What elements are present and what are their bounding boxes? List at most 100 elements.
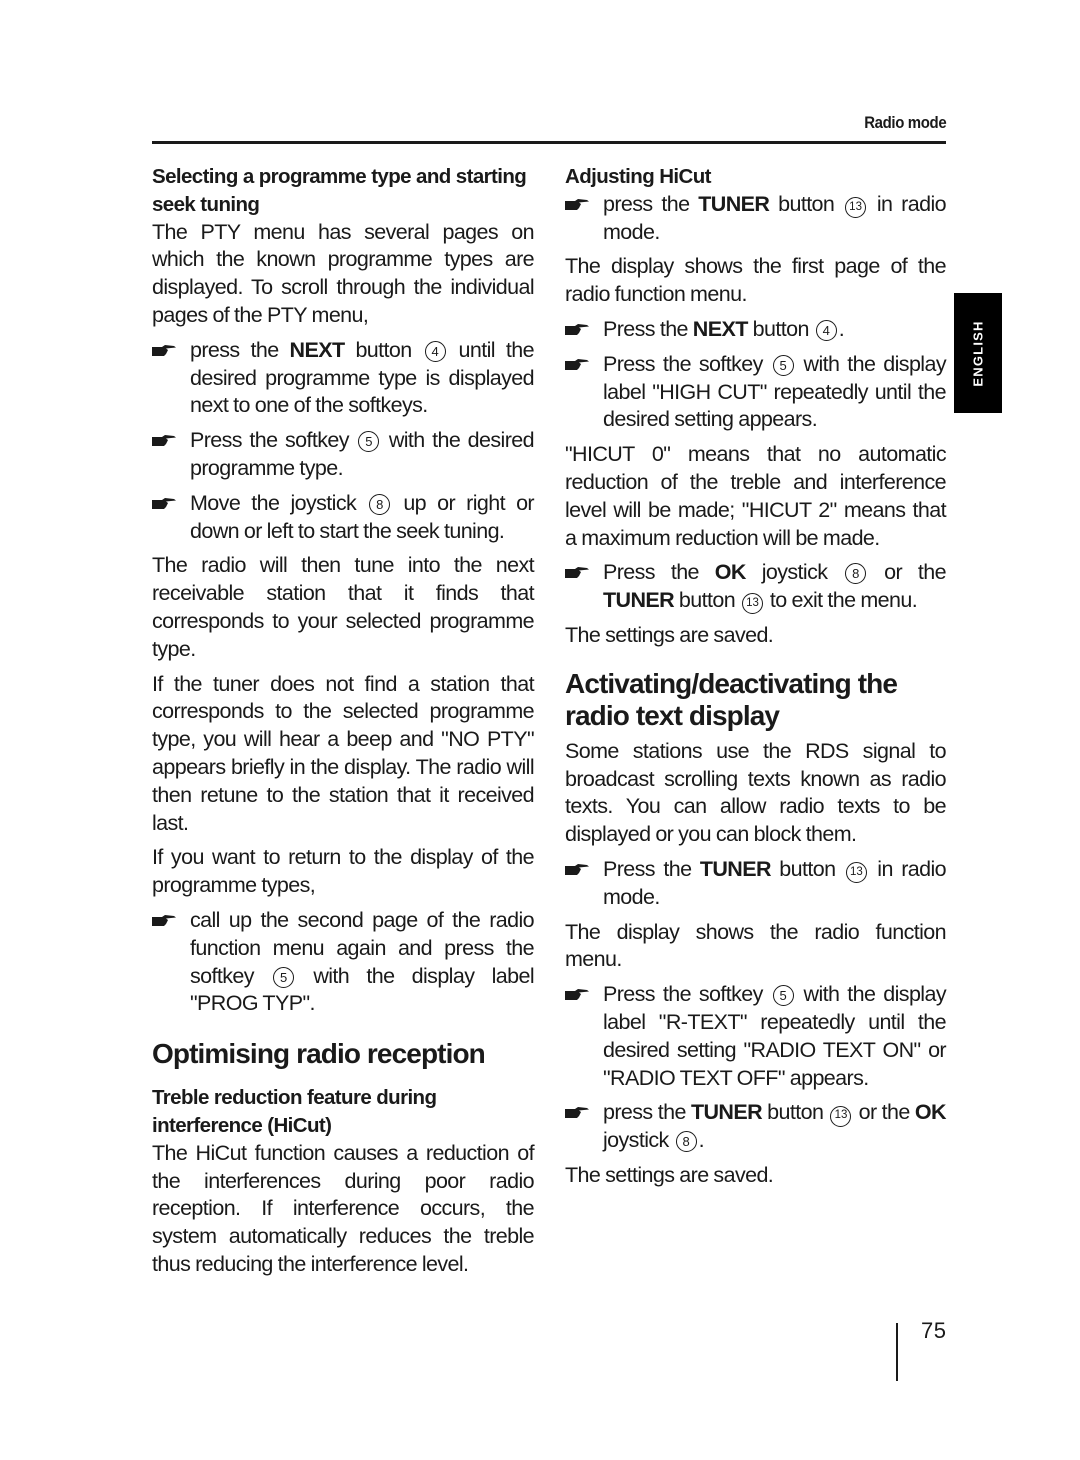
paragraph: The radio will then tune into the next r… — [152, 552, 535, 663]
page-number-rule — [896, 1323, 898, 1381]
running-header-label: Radio mode — [863, 113, 946, 132]
text-run: button — [344, 337, 423, 362]
text-run: The settings are saved. — [565, 622, 774, 647]
heading-treble-reduction: Treble reduction feature during interfer… — [152, 1086, 437, 1137]
text-run: joystick — [603, 1128, 674, 1153]
instruction-text: Press the TUNER button 13 in radio mode. — [603, 856, 947, 912]
text-run: button — [769, 191, 844, 216]
language-tab-label: ENGLISH — [970, 319, 986, 387]
paragraph: The settings are saved. — [565, 1162, 946, 1190]
text-run: Press the — [603, 316, 693, 341]
text-run: press the — [603, 1100, 691, 1125]
text-run: press the — [190, 337, 290, 362]
pointing-hand-icon — [565, 191, 603, 247]
text-run: The radio will then tune into the next r… — [152, 553, 535, 661]
text-run: button — [762, 1100, 829, 1125]
heading-optimising-radio-reception: Optimising radio reception — [152, 1038, 486, 1070]
pointing-hand-icon — [565, 316, 603, 344]
instruction-step: Press the NEXT button 4. — [565, 316, 946, 344]
circled-number-icon: 13 — [742, 593, 763, 615]
heading-selecting-programme-type: Selecting a programme type and starting … — [152, 165, 527, 216]
circled-number-icon: 8 — [845, 563, 867, 585]
instruction-step: press the NEXT button 4 until the desire… — [152, 337, 535, 420]
text-run: "HICUT 0" means that no automatic reduct… — [565, 442, 947, 550]
circled-number-icon: 5 — [273, 966, 295, 988]
circled-number-icon: 5 — [358, 431, 380, 453]
text-run: . — [838, 316, 845, 341]
bold-term: NEXT — [289, 337, 346, 362]
text-run: button — [770, 856, 844, 881]
text-run: or the — [853, 1100, 915, 1125]
text-run: If the tuner does not find a station tha… — [152, 671, 535, 835]
text-run: Press the softkey — [603, 351, 771, 376]
text-run: Press the softkey — [603, 982, 771, 1007]
text-run: Move the joystick — [190, 490, 368, 515]
instruction-step: Press the softkey 5 with the desired pro… — [152, 427, 535, 483]
instruction-step: Move the joystick 8 up or right or down … — [152, 490, 535, 546]
circled-number-icon: 13 — [845, 197, 867, 219]
paragraph: "HICUT 0" means that no automatic reduct… — [565, 441, 947, 552]
text-run: The settings are saved. — [565, 1162, 774, 1187]
circled-number-icon: 8 — [369, 493, 391, 515]
text-run: button — [674, 588, 740, 613]
instruction-text: press the TUNER button 13 or the OK joys… — [603, 1099, 947, 1155]
paragraph: The display shows the radio function men… — [565, 919, 947, 975]
bold-term: TUNER — [699, 856, 772, 881]
page-number: 75 — [921, 1318, 947, 1343]
text-run: The PTY menu has several pages on which … — [152, 219, 535, 327]
right-column: Adjusting HiCut press the TUNER button 13… — [565, 163, 947, 1197]
circled-number-icon: 13 — [845, 862, 867, 884]
instruction-text: call up the second page of the radio fun… — [190, 907, 535, 1018]
bold-term: NEXT — [692, 316, 749, 341]
text-run: button — [747, 316, 814, 341]
circled-number-icon: 8 — [675, 1131, 697, 1153]
circled-number-icon: 5 — [772, 985, 794, 1007]
heading-adjusting-hicut: Adjusting HiCut — [565, 165, 711, 188]
circled-number-icon: 4 — [424, 340, 446, 362]
text-run: press the — [603, 191, 699, 216]
paragraph: The PTY menu has several pages on which … — [152, 219, 535, 330]
pointing-hand-icon — [565, 856, 603, 912]
paragraph: The display shows the first page of the … — [565, 253, 947, 309]
bold-term: OK — [714, 560, 747, 585]
text-run: . — [698, 1128, 705, 1153]
paragraph: The settings are saved. — [565, 622, 946, 650]
instruction-text: Press the softkey 5 with the display lab… — [603, 351, 947, 434]
pointing-hand-icon — [565, 981, 603, 1092]
pointing-hand-icon — [565, 1099, 603, 1155]
instruction-step: Press the OK joystick 8 or the TUNER but… — [565, 559, 947, 615]
pointing-hand-icon — [565, 559, 603, 615]
text-run: Press the — [603, 856, 700, 881]
pointing-hand-icon — [152, 490, 190, 546]
text-run: Press the — [603, 560, 715, 585]
text-run: If you want to return to the display of … — [152, 845, 535, 898]
text-run: The display shows the radio function men… — [565, 919, 947, 972]
instruction-step: Press the TUNER button 13 in radio mode. — [565, 856, 947, 912]
paragraph: The HiCut function causes a reduction of… — [152, 1140, 535, 1279]
instruction-step: call up the second page of the radio fun… — [152, 907, 535, 1018]
paragraph: If the tuner does not find a station tha… — [152, 671, 535, 838]
instruction-text: press the NEXT button 4 until the desire… — [190, 337, 535, 420]
instruction-step: press the TUNER button 13 in radio mode. — [565, 191, 947, 247]
left-column: Selecting a programme type and starting … — [152, 163, 535, 1286]
header-rule — [152, 141, 946, 144]
text-run: joystick — [745, 560, 844, 585]
text-run: The display shows the first page of the … — [565, 254, 947, 307]
instruction-text: Move the joystick 8 up or right or down … — [190, 490, 535, 546]
bold-term: TUNER — [603, 588, 675, 613]
instruction-text: press the TUNER button 13 in radio mode. — [603, 191, 947, 247]
instruction-step: press the TUNER button 13 or the OK joys… — [565, 1099, 947, 1155]
circled-number-icon: 4 — [815, 319, 837, 341]
paragraph: If you want to return to the display of … — [152, 844, 535, 900]
bold-term: TUNER — [698, 191, 770, 216]
pointing-hand-icon — [152, 907, 190, 1018]
circled-number-icon: 13 — [830, 1105, 852, 1127]
instruction-step: Press the softkey 5 with the display lab… — [565, 981, 947, 1092]
instruction-text: Press the softkey 5 with the display lab… — [603, 981, 947, 1092]
text-run: Some stations use the RDS signal to broa… — [565, 738, 947, 847]
instruction-step: Press the softkey 5 with the display lab… — [565, 351, 947, 434]
language-tab: ENGLISH — [954, 293, 1002, 413]
heading-activating-radio-text: Activating/deactivating the radio text d… — [565, 667, 898, 731]
paragraph: Some stations use the RDS signal to broa… — [565, 738, 947, 849]
instruction-text: Press the NEXT button 4. — [603, 316, 946, 344]
